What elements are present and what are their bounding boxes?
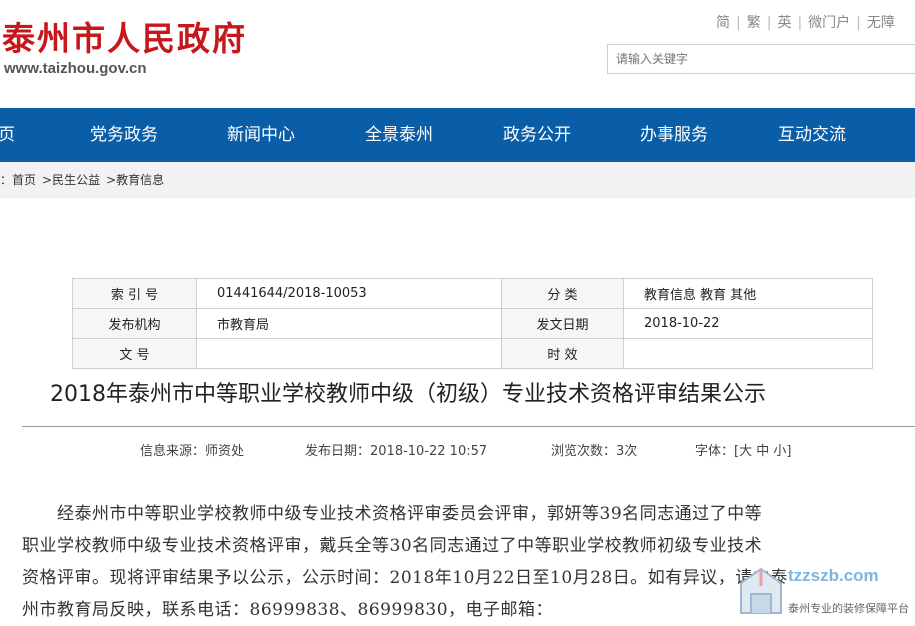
search-box: [607, 44, 915, 74]
toplink-separator: |: [766, 15, 772, 31]
toplink-separator: |: [856, 15, 861, 31]
search-input[interactable]: [608, 45, 906, 73]
publisher-value: 市教育局: [196, 308, 502, 339]
article-title: 2018年泰州市中等职业学校教师中级（初级）专业技术资格评审结果公示: [50, 382, 766, 407]
top-links: 简 | 繁 | 英 | 微门户 | 无障: [716, 12, 895, 32]
document-info-table: 索 引 号 01441644/2018-10053 分 类 教育信息 教育 其他…: [72, 278, 873, 369]
site-url[interactable]: www.taizhou.gov.cn: [4, 60, 147, 77]
index-value: 01441644/2018-10053: [196, 278, 502, 309]
toplink-micro-portal[interactable]: 微门户: [808, 12, 850, 32]
watermark-site: tzzszb.com: [788, 566, 879, 585]
table-row: 文 号 时 效: [72, 338, 873, 369]
breadcrumb-livelihood[interactable]: >民生公益: [42, 162, 100, 198]
main-nav: 页 党务政务 新闻中心 全景泰州 政务公开 办事服务 互动交流: [0, 108, 915, 162]
doc-number-value: [196, 338, 502, 369]
table-row: 发布机构 市教育局 发文日期 2018-10-22: [72, 308, 873, 339]
body-line: 职业学校教师中级专业技术资格评审，戴兵全等30名同志通过了中等职业学校教师初级专…: [22, 536, 763, 556]
nav-item-party-affairs[interactable]: 党务政务: [90, 108, 158, 162]
body-line: 经泰州市中等职业学校教师中级专业技术资格评审委员会评审，郭妍等39名同志通过了中…: [22, 504, 763, 524]
validity-label: 时 效: [501, 338, 624, 369]
publisher-label: 发布机构: [72, 308, 197, 339]
watermark: tzzszb.com 泰州专业的装修保障平台: [738, 562, 915, 621]
toplink-english[interactable]: 英: [777, 12, 791, 32]
category-label: 分 类: [501, 278, 624, 309]
house-logo-icon: [740, 567, 782, 614]
title-divider: [22, 426, 915, 427]
toplink-accessibility[interactable]: 无障: [867, 12, 895, 32]
font-size-control[interactable]: 字体：[大 中 小]: [695, 440, 791, 459]
site-title[interactable]: 泰州市人民政府: [2, 12, 247, 60]
issue-date-label: 发文日期: [501, 308, 624, 339]
nav-item-interaction[interactable]: 互动交流: [778, 108, 846, 162]
category-value: 教育信息 教育 其他: [623, 278, 873, 309]
nav-item-services[interactable]: 办事服务: [640, 108, 708, 162]
toplink-traditional[interactable]: 繁: [747, 12, 761, 32]
toplink-simplified[interactable]: 简: [716, 12, 730, 32]
breadcrumb-education-info[interactable]: >教育信息: [106, 162, 164, 198]
nav-item-news-center[interactable]: 新闻中心: [227, 108, 295, 162]
toplink-separator: |: [736, 15, 741, 31]
issue-date-value: 2018-10-22: [623, 308, 873, 339]
article-date: 发布日期：2018-10-22 10:57: [305, 444, 488, 459]
site-header: 泰州市人民政府 www.taizhou.gov.cn 简 | 繁 | 英 | 微门户 | 无障: [0, 0, 915, 108]
toplink-separator: |: [797, 15, 803, 31]
nav-item-home[interactable]: 页: [0, 108, 15, 162]
validity-value: [623, 338, 873, 369]
breadcrumb: ：首页 >民生公益 >教育信息: [0, 162, 915, 198]
breadcrumb-home[interactable]: 首页: [12, 162, 36, 198]
article-views: 浏览次数：3次: [551, 444, 638, 459]
nav-item-government-affairs[interactable]: 政务公开: [503, 108, 571, 162]
watermark-slogan: 泰州专业的装修保障平台: [788, 602, 909, 615]
doc-number-label: 文 号: [72, 338, 197, 369]
index-label: 索 引 号: [72, 278, 197, 309]
table-row: 索 引 号 01441644/2018-10053 分 类 教育信息 教育 其他: [72, 278, 873, 309]
nav-item-panorama[interactable]: 全景泰州: [365, 108, 433, 162]
breadcrumb-prefix: ：: [0, 173, 13, 187]
article-source: 信息来源：师资处: [140, 444, 245, 459]
